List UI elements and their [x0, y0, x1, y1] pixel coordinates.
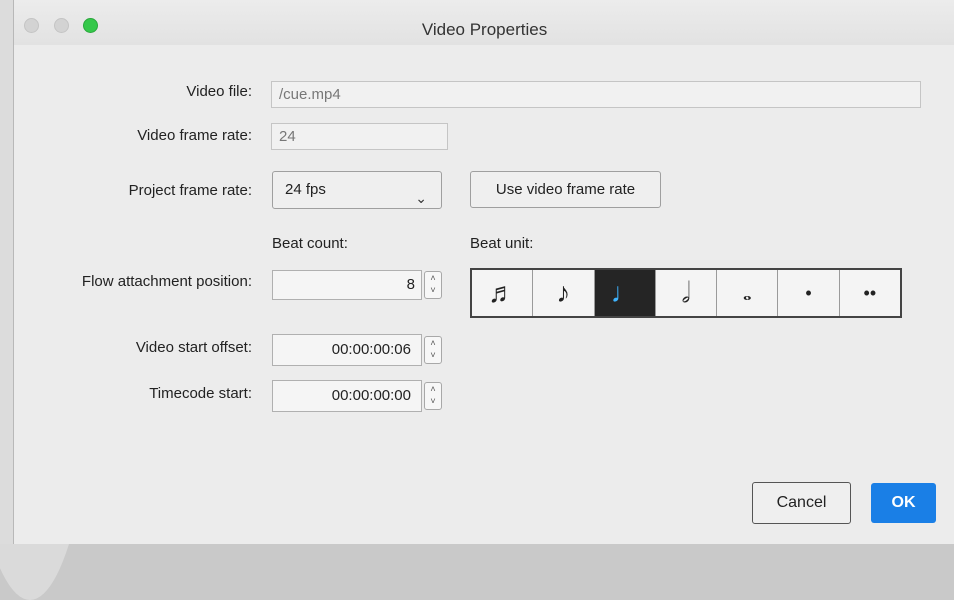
whole-note-icon[interactable]: 𝅝 [717, 270, 779, 316]
flow-attachment-position-input[interactable]: 8 [272, 270, 422, 300]
dot-icon[interactable]: • [778, 270, 840, 316]
ok-button[interactable]: OK [871, 483, 936, 523]
half-note-icon[interactable]: 𝅗𝅥 [656, 270, 718, 316]
quarter-note-icon[interactable]: ♩ [594, 270, 656, 316]
cancel-button[interactable]: Cancel [752, 482, 851, 524]
video-file-label: Video file: [186, 83, 252, 100]
project-frame-rate-dropdown[interactable]: 24 fps ⌄ [272, 171, 442, 209]
video-frame-rate-field[interactable]: 24 [271, 123, 448, 150]
timecode-start-label: Timecode start: [149, 385, 252, 402]
flow-attachment-stepper[interactable]: ˄ ˅ [424, 271, 442, 299]
beat-unit-label: Beat unit: [470, 235, 534, 252]
flow-attachment-position-label: Flow attachment position: [81, 273, 252, 290]
use-video-frame-rate-button[interactable]: Use video frame rate [470, 171, 661, 208]
dialog-content: Video file: /cue.mp4 Video frame rate: 2… [14, 45, 954, 544]
video-frame-rate-label: Video frame rate: [137, 127, 252, 144]
title-bar: Video Properties [14, 0, 954, 46]
chevron-down-icon: ⌄ [415, 190, 427, 206]
video-file-field[interactable]: /cue.mp4 [271, 81, 921, 108]
beat-count-label: Beat count: [272, 235, 348, 252]
window-title: Video Properties [421, 20, 548, 39]
beat-unit-selector: ♬ ♪ ♩ 𝅗𝅥 𝅝 • •• [470, 268, 902, 318]
project-frame-rate-label: Project frame rate: [128, 182, 252, 199]
timecode-start-stepper[interactable]: ˄ ˅ [424, 382, 442, 410]
sixteenth-note-icon[interactable]: ♬ [472, 270, 534, 316]
video-properties-dialog: Video Properties Video file: /cue.mp4 Vi… [13, 0, 954, 544]
double-dot-icon[interactable]: •• [840, 270, 900, 316]
video-start-offset-stepper[interactable]: ˄ ˅ [424, 336, 442, 364]
eighth-note-icon[interactable]: ♪ [533, 270, 595, 316]
timecode-start-input[interactable]: 00:00:00:00 [272, 380, 422, 412]
video-start-offset-label: Video start offset: [135, 339, 252, 356]
project-frame-rate-value: 24 fps [285, 181, 326, 198]
video-start-offset-input[interactable]: 00:00:00:06 [272, 334, 422, 366]
